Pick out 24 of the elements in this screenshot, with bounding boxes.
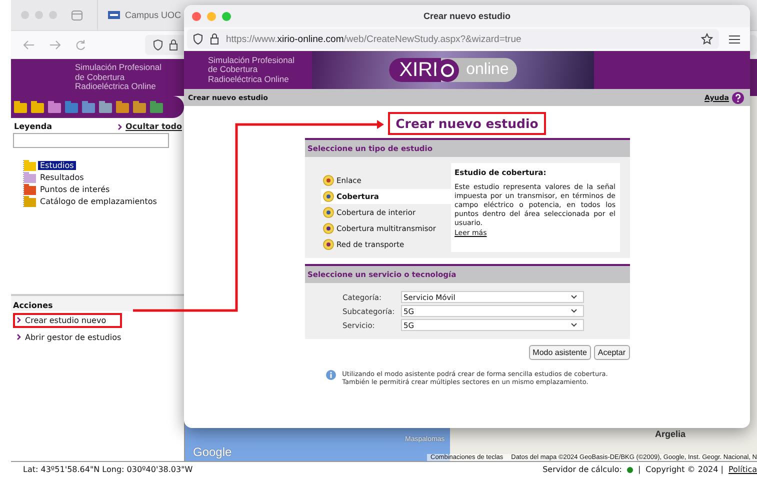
tree-item[interactable]: Puntos de interés	[38, 185, 112, 194]
banner-tagline: Simulación Profesional de Cobertura Radioeléctrica Online	[208, 56, 296, 84]
window-title: Crear nuevo estudio	[423, 11, 511, 21]
action-link[interactable]: Abrir gestor de estudios	[13, 330, 138, 345]
separator: |	[638, 465, 641, 474]
dialog-button[interactable]: Modo asistente	[528, 345, 591, 360]
tree-item[interactable]: Resultados	[38, 173, 86, 182]
coordinates: Lat: 43º51'58.64"N Long: 030º40'38.03"W	[23, 465, 193, 474]
action-link[interactable]: Crear estudio nuevo	[13, 313, 122, 328]
dialog-button[interactable]: Aceptar	[594, 345, 630, 360]
actions-title: Acciones	[11, 294, 184, 311]
address-field[interactable]: https://www.xirio-online.com/web/CreateNewStudy.aspx?&wizard=true	[187, 29, 719, 49]
map-logo: Google	[193, 445, 232, 459]
map-label: Argelia	[655, 429, 686, 439]
page-heading: Crear nuevo estudio	[388, 112, 546, 135]
xirio-logo: XIRI online	[389, 58, 517, 82]
legend-title: Leyenda	[14, 122, 52, 131]
policy-link[interactable]: Política	[728, 465, 757, 474]
hide-all-link[interactable]: Ocultar todo	[126, 122, 182, 131]
tree-item[interactable]: Estudios	[38, 161, 76, 170]
banner-tagline: Simulación Profesional de Cobertura Radioeléctrica Online	[75, 63, 162, 92]
tree-item[interactable]: Catálogo de emplazamientos	[38, 197, 159, 206]
copyright: Copyright © 2024 |	[646, 465, 724, 474]
server-label: Servidor de cálculo:	[542, 465, 622, 474]
